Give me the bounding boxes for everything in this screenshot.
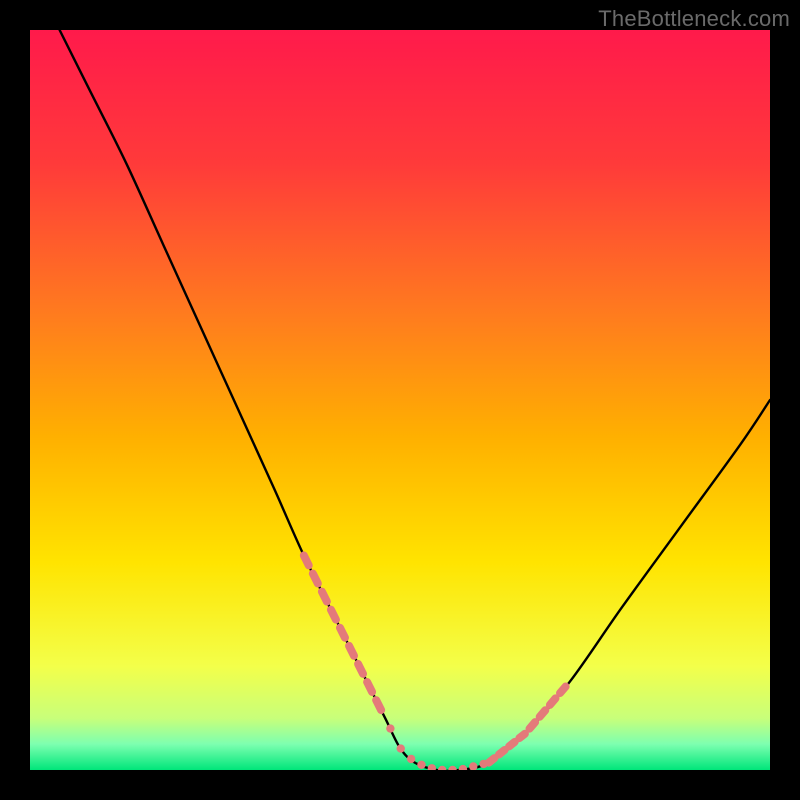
dash-dot: [407, 755, 415, 763]
dash-segment: [499, 750, 505, 754]
dash-segment: [560, 687, 566, 694]
watermark-text: TheBottleneck.com: [598, 6, 790, 32]
dash-segment: [376, 700, 381, 710]
dash-segment: [340, 628, 345, 638]
dash-segment: [530, 722, 536, 729]
dash-segment: [304, 555, 309, 565]
dash-segment: [550, 698, 556, 705]
dash-segment: [313, 573, 318, 583]
chart-frame: [30, 30, 770, 770]
dash-dot: [479, 760, 487, 768]
dash-segment: [519, 734, 525, 738]
dash-segment: [540, 710, 546, 717]
dash-dot: [386, 724, 394, 732]
dash-dot: [417, 761, 425, 769]
dash-segment: [489, 758, 495, 762]
dash-segment: [509, 742, 515, 746]
dash-dot: [397, 744, 405, 752]
gradient-background: [30, 30, 770, 770]
dash-segment: [322, 592, 327, 602]
dash-segment: [367, 682, 372, 692]
dash-segment: [331, 610, 336, 620]
bottleneck-chart: [30, 30, 770, 770]
dash-segment: [358, 664, 363, 674]
dash-segment: [349, 646, 354, 656]
